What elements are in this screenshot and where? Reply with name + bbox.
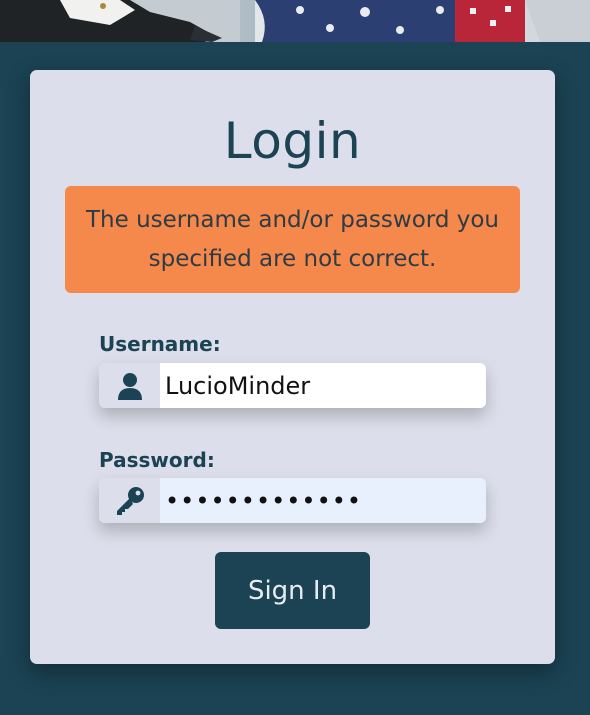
password-input[interactable] xyxy=(160,478,486,523)
page-title: Login xyxy=(223,112,362,170)
user-icon xyxy=(99,363,160,408)
error-message: The username and/or password you specifi… xyxy=(85,206,499,272)
key-icon xyxy=(99,478,160,523)
password-input-group xyxy=(99,478,486,523)
username-label: Username: xyxy=(99,332,221,356)
error-alert: The username and/or password you specifi… xyxy=(65,186,520,293)
sign-in-button[interactable]: Sign In xyxy=(215,552,370,629)
hero-image xyxy=(0,0,590,42)
login-card: Login The username and/or password you s… xyxy=(30,70,555,664)
password-label: Password: xyxy=(99,448,215,472)
username-input[interactable] xyxy=(160,363,486,408)
username-input-group xyxy=(99,363,486,408)
